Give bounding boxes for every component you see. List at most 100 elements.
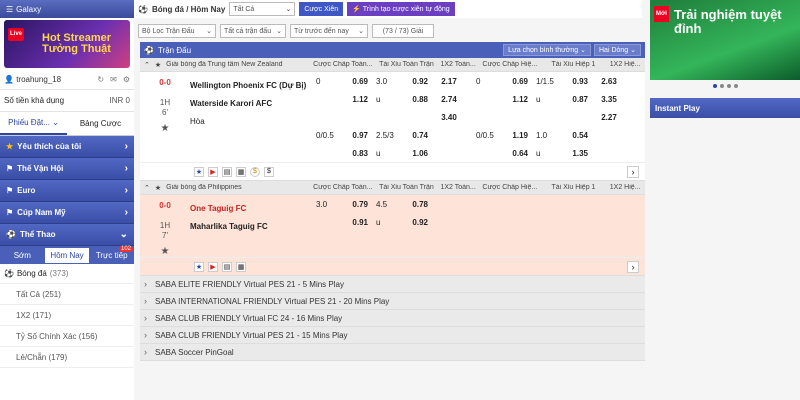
sport-football[interactable]: ⚽ Bóng đá (373) xyxy=(0,264,134,284)
dollar-icon[interactable]: $ xyxy=(264,166,274,177)
odds-cell[interactable]: 0.87 xyxy=(562,95,592,104)
odds-cell[interactable]: 0.93 xyxy=(562,77,592,86)
odds-cell[interactable]: 0.79 xyxy=(342,200,372,209)
odds-cell[interactable]: 1.35 xyxy=(562,149,592,158)
league-row[interactable]: › SABA Soccer PinGoal xyxy=(140,344,645,361)
star-icon[interactable]: ★ xyxy=(194,261,204,272)
menu-sports[interactable]: ⚽ Thể Thao ⌄ xyxy=(0,224,134,246)
odds-cell[interactable]: 0.92 xyxy=(402,218,432,227)
field-icon[interactable]: ▦ xyxy=(236,261,246,272)
odds-cell[interactable]: 2.5/3 xyxy=(372,131,402,140)
star-icon[interactable]: ★ xyxy=(140,247,190,257)
collapse-icon[interactable]: ⌃ xyxy=(144,184,150,192)
odds-cell[interactable]: 0/0.5 xyxy=(312,131,342,140)
menu-favorites[interactable]: ★ Yêu thích của tôi › xyxy=(0,136,134,158)
odds-cell[interactable]: 0.91 xyxy=(342,218,372,227)
odds-cell[interactable]: 0.92 xyxy=(402,77,432,86)
tab-early[interactable]: Sớm xyxy=(0,248,45,263)
odds-cell[interactable]: 2.27 xyxy=(592,113,626,122)
mail-icon[interactable]: ✉ xyxy=(110,75,117,84)
odds-cell[interactable]: 0.74 xyxy=(402,131,432,140)
league-count[interactable]: (73 / 73) Giải xyxy=(372,24,434,38)
odds-cell[interactable]: 0.88 xyxy=(402,95,432,104)
odds-cell[interactable]: 0.69 xyxy=(502,77,532,86)
menu-euro[interactable]: ⚑ Euro › xyxy=(0,180,134,202)
match-filter-select[interactable]: Bộ Lọc Trận Đấu ⌄ xyxy=(138,24,216,38)
parlay-button[interactable]: Cược Xiên xyxy=(299,2,344,16)
odds-cell[interactable]: 0.78 xyxy=(402,200,432,209)
odds-cell[interactable]: 0 xyxy=(312,77,342,86)
list-item[interactable]: 1X2 (171) xyxy=(0,305,134,326)
away-team: Waterside Karori AFC xyxy=(190,99,273,108)
all-matches-select[interactable]: Tất cả trận đấu ⌄ xyxy=(220,24,286,38)
odds-cell[interactable]: 3.0 xyxy=(372,77,402,86)
star-icon[interactable]: ★ xyxy=(194,166,204,177)
time-select[interactable]: Từ trước đến nay ⌄ xyxy=(290,24,368,38)
odds-cell[interactable]: 1.0 xyxy=(532,131,562,140)
star-icon[interactable]: ★ xyxy=(155,184,161,192)
odds-cell[interactable]: u xyxy=(372,218,402,227)
chevron-right-icon[interactable]: › xyxy=(627,165,639,178)
odds-cell[interactable]: u xyxy=(532,149,562,158)
odds-cell[interactable]: 0.69 xyxy=(342,77,372,86)
odds-cell[interactable]: u xyxy=(532,95,562,104)
odds-cell[interactable]: 1.12 xyxy=(342,95,372,104)
league-row[interactable]: › SABA ELITE FRIENDLY Virtual PES 21 - 5 … xyxy=(140,276,645,293)
odds-cell[interactable]: 2.63 xyxy=(592,77,626,86)
odds-cell[interactable]: 0.54 xyxy=(562,131,592,140)
odds-cell[interactable]: 1.12 xyxy=(502,95,532,104)
promo-banner-right[interactable]: Mới Trải nghiệm tuyệt đỉnh xyxy=(650,0,800,80)
menu-icon[interactable]: ☰ xyxy=(6,5,13,14)
menu-olympics[interactable]: ⚑ Thế Vận Hội › xyxy=(0,158,134,180)
carousel-dots[interactable] xyxy=(650,80,800,92)
league-row[interactable]: › SABA CLUB FRIENDLY Virtual FC 24 - 16 M… xyxy=(140,310,645,327)
star-icon[interactable]: ★ xyxy=(155,61,161,69)
sort-select[interactable]: Lựa chọn bình thường ⌄ xyxy=(503,44,591,56)
list-item[interactable]: Tỷ Số Chính Xác (156) xyxy=(0,326,134,347)
odds-cell[interactable]: 1/1.5 xyxy=(532,77,562,86)
league-row[interactable]: › SABA INTERNATIONAL FRIENDLY Virtual PES… xyxy=(140,293,645,310)
league-row[interactable]: › SABA CLUB FRIENDLY Virtual PES 21 - 15 … xyxy=(140,327,645,344)
league-header[interactable]: ⌃ ★ Giải bóng đá Trung tâm New Zealand Cượ… xyxy=(140,58,645,72)
odds-cell[interactable]: 2.74 xyxy=(432,95,466,104)
odds-cell[interactable]: 4.5 xyxy=(372,200,402,209)
tab-live[interactable]: Trực tiếp 102 xyxy=(89,245,134,263)
market-select[interactable]: Tất Cả ⌄ xyxy=(229,2,296,16)
odds-cell[interactable]: u xyxy=(372,95,402,104)
cashout-icon[interactable]: $ xyxy=(250,166,260,177)
odds-cell[interactable]: 3.0 xyxy=(312,200,342,209)
play-icon[interactable]: ▶ xyxy=(208,261,218,272)
odds-cell[interactable]: 3.40 xyxy=(432,113,466,122)
odds-cell[interactable]: 0.97 xyxy=(342,131,372,140)
refresh-icon[interactable]: ↻ xyxy=(97,75,104,84)
gear-icon[interactable]: ⚙ xyxy=(123,75,130,84)
tab-bet-slip[interactable]: Phiếu Đặt... ⌄ xyxy=(0,112,67,135)
auto-parlay-button[interactable]: ⚡ Trình tạo cược xiên tự động xyxy=(347,2,455,16)
odds-cell[interactable]: 1.19 xyxy=(502,131,532,140)
stats-icon[interactable]: ▤ xyxy=(222,261,232,272)
star-icon[interactable]: ★ xyxy=(140,124,190,134)
collapse-icon[interactable]: ⌃ xyxy=(144,61,150,69)
lines-select[interactable]: Hai Dòng ⌄ xyxy=(594,44,641,56)
odds-cell[interactable]: 0/0.5 xyxy=(472,131,502,140)
list-item[interactable]: Lẻ/Chẵn (179) xyxy=(0,347,134,368)
list-item[interactable]: Tất Cả (251) xyxy=(0,284,134,305)
promo-banner[interactable]: Live Hot Streamer Tưởng Thuật xyxy=(4,20,130,68)
tab-bet-list[interactable]: Bảng Cược xyxy=(67,113,134,134)
odds-cell[interactable]: 0.83 xyxy=(342,149,372,158)
chevron-right-icon[interactable]: › xyxy=(627,260,639,273)
field-icon[interactable]: ▦ xyxy=(236,166,246,177)
galaxy-header[interactable]: ☰ Galaxy xyxy=(0,0,134,18)
league-header[interactable]: ⌃ ★ Giải bóng đá Philippines Cược Chấp Toà… xyxy=(140,181,645,195)
odds-cell[interactable]: u xyxy=(372,149,402,158)
instant-play-header[interactable]: Instant Play xyxy=(650,98,800,118)
odds-cell[interactable]: 1.06 xyxy=(402,149,432,158)
odds-cell[interactable]: 3.35 xyxy=(592,95,626,104)
odds-cell[interactable]: 2.17 xyxy=(432,77,466,86)
stats-icon[interactable]: ▤ xyxy=(222,166,232,177)
odds-cell[interactable]: 0.64 xyxy=(502,149,532,158)
odds-cell[interactable]: 0 xyxy=(472,77,502,86)
play-icon[interactable]: ▶ xyxy=(208,166,218,177)
menu-copa[interactable]: ⚑ Cúp Nam Mỹ › xyxy=(0,202,134,224)
tab-today[interactable]: Hôm Nay xyxy=(44,247,90,263)
